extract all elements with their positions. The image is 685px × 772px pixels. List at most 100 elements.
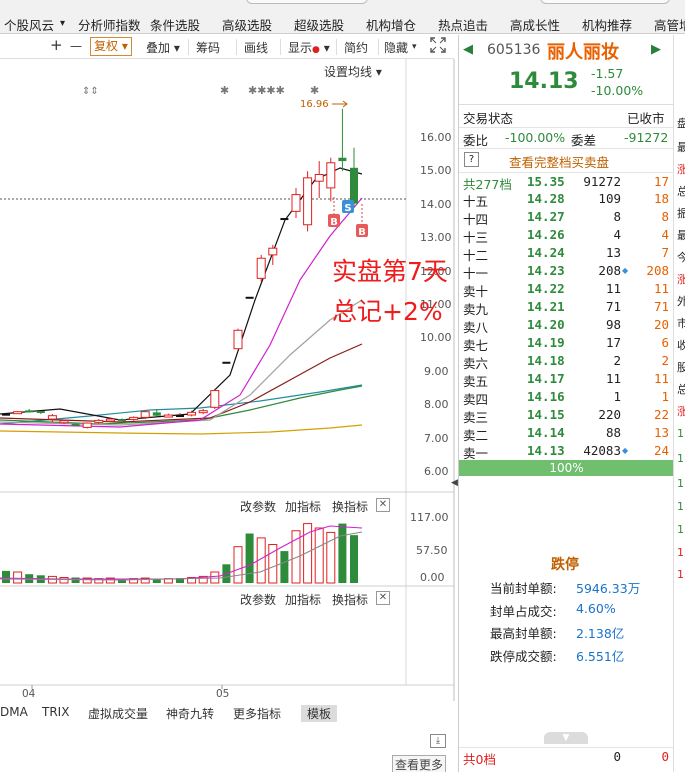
menu-tab[interactable]: 机构推荐 [582,15,632,34]
fuquan-button[interactable]: 复权 ▾ [90,37,132,56]
zoom-out-button[interactable]: — [70,39,82,53]
orderbook-row[interactable]: 卖六 14.18 2 2 [459,352,674,371]
price-tick: 10.00 [420,331,452,344]
dropdown-arrow-icon[interactable]: ▾ [412,42,417,52]
tab-dma[interactable]: DMA [0,705,28,719]
search-box-edge[interactable] [246,0,368,4]
orderbook-row[interactable]: 卖一 14.13 42083 ◆ 24 [459,442,674,461]
clipped-text: 1 [677,452,684,465]
change-params-button[interactable]: 改参数 [240,498,276,515]
orderbook-row[interactable]: 十四 14.27 8 8 [459,208,674,227]
orderbook-row[interactable]: 十三 14.26 4 4 [459,226,674,245]
clipped-text: 涨 [677,271,685,287]
vol-tick: 117.00 [410,511,449,524]
ma-setting-link[interactable]: 设置均线 ▾ [324,63,382,80]
xianshi-button[interactable]: 显示● ▾ [288,39,330,56]
clipped-text: 总 [677,183,685,199]
menu-tab[interactable]: 条件选股 [150,15,200,34]
collapse-arrow-icon[interactable]: ◀ [451,478,458,488]
divider [459,148,674,149]
prev-arrow-icon[interactable]: ◀ [463,42,473,57]
orderbook-row[interactable]: 卖三 14.15 220 22 [459,406,674,425]
volume-bar [59,577,69,584]
level-price: 14.13 [527,443,565,458]
switch-indicator-button[interactable]: 换指标 [332,498,368,515]
buy-total-row: 共0档 0 0 [459,747,674,767]
clipped-text: 今 [677,249,685,265]
orderbook-row[interactable]: 十五 14.28 109 18 [459,190,674,209]
menu-tab[interactable]: 热点追击 [438,15,488,34]
chouma-button[interactable]: 筹码 [196,39,220,56]
diejia-button[interactable]: 叠加 ▾ [146,39,180,56]
menu-tab[interactable]: 个股风云 [4,15,54,34]
clipped-text: 股 [677,359,685,375]
download-icon[interactable]: ⤓ [430,734,446,748]
clipped-text: 收 [677,337,685,353]
event-marker[interactable]: ⇕⇕ [82,86,99,97]
orderbook-row[interactable]: 十二 14.24 13 7 [459,244,674,263]
level-volume: 8 [613,209,621,224]
event-marker[interactable]: ✱ [220,84,229,97]
change-params-button[interactable]: 改参数 [240,591,276,608]
orderbook-row[interactable]: 卖五 14.17 11 11 [459,370,674,389]
next-arrow-icon[interactable]: ▶ [651,42,661,57]
clipped-text: 1 [677,568,684,581]
close-icon[interactable]: ✕ [376,591,390,605]
level-count: 11 [653,281,669,296]
view-more-button[interactable]: 查看更多 [392,755,447,772]
candle-body [47,415,57,420]
orderbook-row[interactable]: 卖十 14.22 11 11 [459,280,674,299]
add-indicator-button[interactable]: 加指标 [285,591,321,608]
huaxian-button[interactable]: 画线 [244,39,268,56]
tab-template[interactable]: 模板 [301,705,338,722]
full-orderbook-link[interactable]: 查看完整档买卖盘 [509,152,609,171]
tab-trix[interactable]: TRIX [42,705,69,719]
orderbook-row[interactable]: 卖八 14.20 98 20 [459,316,674,335]
divider [188,39,189,55]
clipped-text: 外 [677,293,685,309]
sell-ratio-bar: 100% [459,460,674,476]
total-price: 15.35 [527,174,565,189]
yincang-button[interactable]: 隐藏 [384,39,408,56]
orderbook-row[interactable]: 卖七 14.19 17 6 [459,334,674,353]
level-count: 11 [653,371,669,386]
menu-tab[interactable]: 高管增 [654,15,685,34]
close-icon[interactable]: ✕ [376,498,390,512]
toolbar-box-edge[interactable] [540,0,670,4]
help-icon[interactable]: ? [464,152,479,167]
menu-tab[interactable]: 高级选股 [222,15,272,34]
event-marker[interactable]: ✱✱✱✱ [248,84,285,97]
switch-indicator-button[interactable]: 换指标 [332,591,368,608]
candle-body [268,247,278,256]
level-volume: 42083 [583,443,621,458]
add-indicator-button[interactable]: 加指标 [285,498,321,515]
top-menu: 个股风云 ▾ 分析师指数 条件选股 高级选股 超级选股 机构增仓 热点追击 高成… [0,0,685,34]
jianyue-button[interactable]: 简约 [344,39,368,56]
orderbook-row[interactable]: 卖九 14.21 71 71 [459,298,674,317]
expand-handle[interactable]: ▼ [544,732,588,744]
price-tick: 7.00 [424,432,449,445]
fuquan-label: 复权 [94,39,119,53]
orderbook-row[interactable]: 卖四 14.16 1 1 [459,388,674,407]
chart-toolbar: + — 复权 ▾ 叠加 ▾ 筹码 画线 显示● ▾ 简约 隐藏 ▾ [0,35,454,59]
orderbook-row[interactable]: 十一 14.23 208 ◆ 208 [459,262,674,281]
menu-tab[interactable]: 分析师指数 [78,15,141,34]
tab-virtual-volume[interactable]: 虚拟成交量 [88,705,148,722]
limit-label: 封单占成交: [490,604,557,619]
zoom-in-button[interactable]: + [50,36,63,54]
event-marker[interactable]: ✱ [310,84,319,97]
fullscreen-icon[interactable] [430,37,446,56]
menu-tab[interactable]: 高成长性 [510,15,560,34]
sell-marker-label: S [344,203,351,214]
tab-more-indicators[interactable]: 更多指标 [233,705,281,722]
price-tick: 15.00 [420,164,452,177]
menu-tab[interactable]: 超级选股 [294,15,344,34]
menu-tab[interactable]: 机构增仓 [366,15,416,34]
level-volume: 4 [613,227,621,242]
price-tick: 16.00 [420,131,452,144]
tab-nine-turn[interactable]: 神奇九转 [166,705,214,722]
candle-body [140,411,150,418]
dropdown-arrow-icon[interactable]: ▾ [60,18,65,29]
candle-body [118,419,126,422]
orderbook-row[interactable]: 卖二 14.14 88 13 [459,424,674,443]
